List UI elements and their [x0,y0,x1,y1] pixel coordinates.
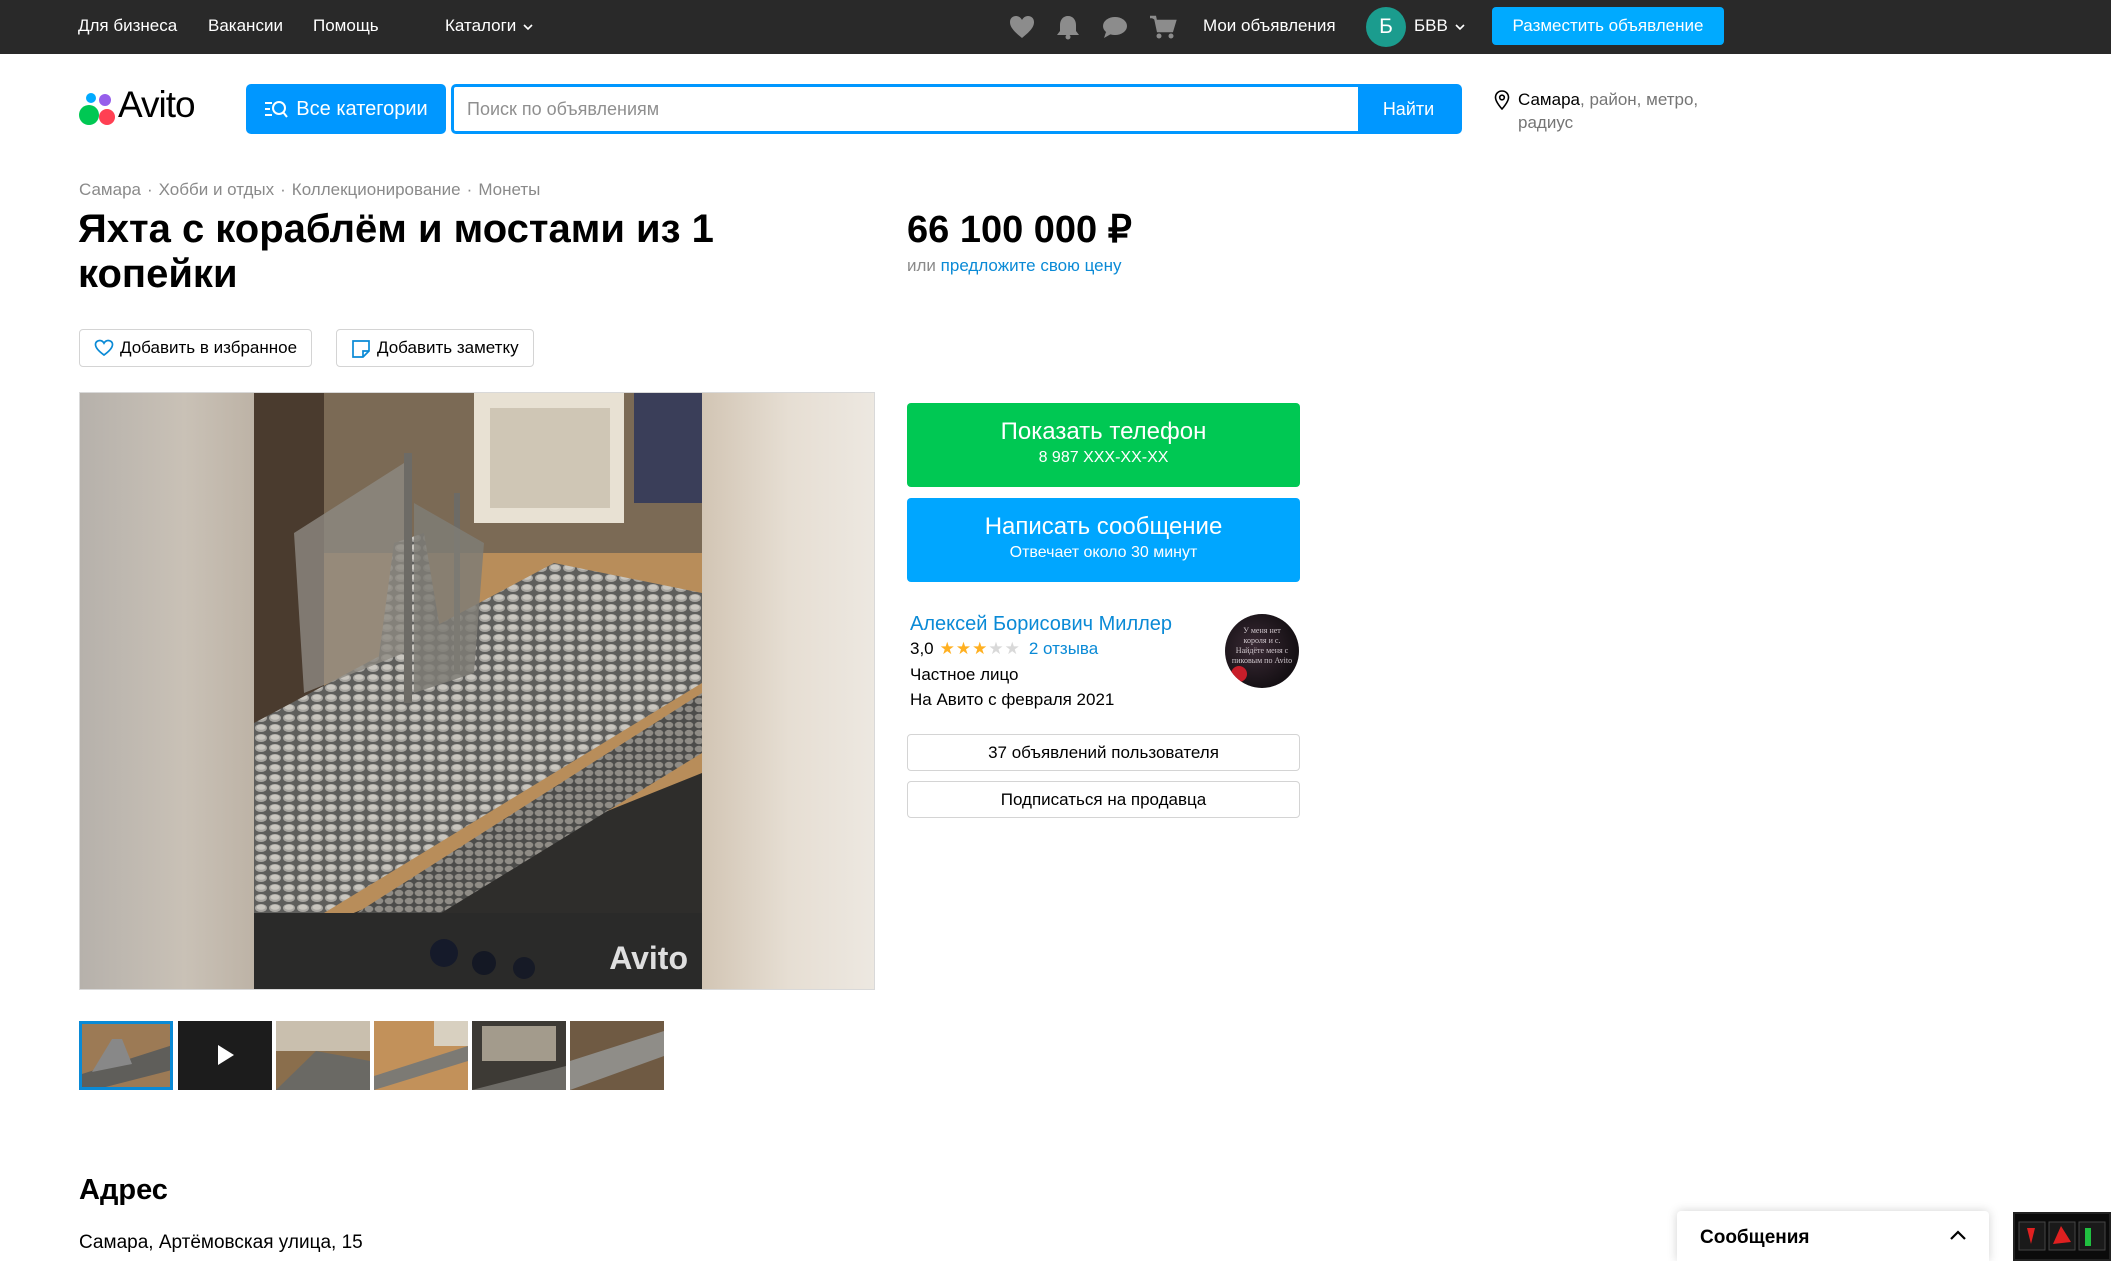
avito-logo-icon [79,93,115,125]
add-note-label: Добавить заметку [377,338,519,357]
add-to-favorites-button[interactable]: Добавить в избранное [79,329,313,367]
seller-rating: 3,0 ★★★★★ 2 отзыва [910,639,1098,659]
tray-app-icons [2018,1221,2106,1251]
logo-text: Avito [118,84,196,125]
user-ads-button[interactable]: 37 объявлений пользователя [907,734,1300,771]
address-text: Самара, Артёмовская улица, 15 [79,1232,363,1253]
subscribe-seller-button[interactable]: Подписаться на продавца [907,781,1300,818]
breadcrumb-item[interactable]: Монеты [478,180,540,199]
seller-name-link[interactable]: Алексей Борисович Миллер [910,613,1172,636]
all-categories-label: Все категории [296,97,428,120]
write-message-button[interactable]: Написать сообщение Отвечает около 30 мин… [907,498,1300,582]
messages-widget[interactable]: Сообщения [1677,1211,1989,1261]
listing-price: 66 100 000 ₽ [907,209,1132,251]
rating-stars-icon: ★★★★★ [939,639,1021,658]
chevron-up-icon[interactable] [1949,1229,1967,1241]
offer-price-link[interactable]: предложите свою цену [941,256,1122,275]
listing-title: Яхта с кораблём и мостами из 1 копейки [78,207,714,296]
seller-since: На Авито с февраля 2021 [910,690,1115,709]
gallery-blur-right [702,393,874,989]
cart-icon[interactable] [1149,14,1177,40]
response-time: Отвечает около 30 минут [1009,544,1198,561]
main-photo-gallery[interactable]: Avito [79,392,875,990]
my-ads-link[interactable]: Мои объявления [1203,16,1336,36]
thumbnail[interactable] [276,1021,370,1090]
messages-label: Сообщения [1700,1227,1810,1248]
help-link[interactable]: Помощь [313,16,379,36]
all-categories-button[interactable]: Все категории [246,84,446,134]
write-message-label: Написать сообщение [984,513,1223,540]
thumbnail[interactable] [79,1021,173,1090]
heart-outline-icon [94,339,114,357]
rating-value: 3,0 [910,639,934,658]
seller-type: Частное лицо [910,665,1019,684]
breadcrumb-item[interactable]: Коллекционирование [292,180,461,199]
seller-avatar-text: У меня нет короля и с. Найдёте меня с пи… [1231,626,1293,665]
breadcrumb-item[interactable]: Хобби и отдых [159,180,274,199]
listing-photo[interactable]: Avito [254,393,702,989]
chat-icon[interactable] [1101,14,1129,40]
location-radius: радиус [1518,113,1574,132]
price-offer-line: или предложите свою цену [907,256,1122,276]
category-search-icon [265,101,289,118]
search-bar: Найти [451,84,1462,134]
show-phone-label: Показать телефон [1000,418,1207,445]
thumbnail[interactable] [472,1021,566,1090]
post-ad-button[interactable]: Разместить объявление [1492,7,1724,45]
catalogs-label: Каталоги [445,16,517,35]
top-navigation-bar: Для бизнеса Вакансии Помощь Каталоги Мои… [0,0,2111,54]
search-input[interactable] [454,87,1358,131]
system-tray-icons [2013,1212,2111,1261]
thumbnail[interactable] [374,1021,468,1090]
bell-icon[interactable] [1054,14,1082,40]
user-avatar[interactable]: Б [1366,7,1406,47]
reviews-link[interactable]: 2 отзыва [1029,639,1098,659]
show-phone-button[interactable]: Показать телефон 8 987 XXX-XX-XX [907,403,1300,487]
seller-avatar[interactable]: У меня нет короля и с. Найдёте меня с пи… [1225,614,1299,688]
note-icon [352,340,370,358]
catalogs-dropdown[interactable]: Каталоги [445,16,533,36]
add-to-favorites-label: Добавить в избранное [120,338,298,357]
location-pin-icon [1494,90,1510,110]
location-city: Самара [1518,90,1580,109]
vacancies-link[interactable]: Вакансии [208,16,283,36]
breadcrumb-item[interactable]: Самара [79,180,141,199]
breadcrumb: Самара · Хобби и отдых · Коллекционирование ·… [79,180,541,199]
heart-icon[interactable] [1008,14,1036,40]
location-details: район, метро, [1589,90,1699,109]
video-thumbnail[interactable] [178,1021,272,1090]
gallery-blur-left [80,393,254,989]
address-heading: Адрес [79,1174,168,1206]
masked-phone: 8 987 XXX-XX-XX [1038,449,1169,466]
chevron-down-icon [1455,24,1465,31]
thumbnail[interactable] [570,1021,664,1090]
chevron-down-icon [523,24,533,31]
add-note-button[interactable]: Добавить заметку [336,329,534,367]
price-or-label: или [907,256,936,275]
location-selector[interactable]: Самара, район, метро, радиус [1494,88,1714,134]
for-business-link[interactable]: Для бизнеса [78,16,177,36]
coin-yacht-photo [254,393,702,989]
avito-watermark: Avito [609,940,688,976]
avatar-red-badge [1231,666,1247,682]
user-name: БВВ [1414,16,1448,35]
find-button[interactable]: Найти [1358,87,1459,131]
user-menu[interactable]: БВВ [1414,16,1465,36]
